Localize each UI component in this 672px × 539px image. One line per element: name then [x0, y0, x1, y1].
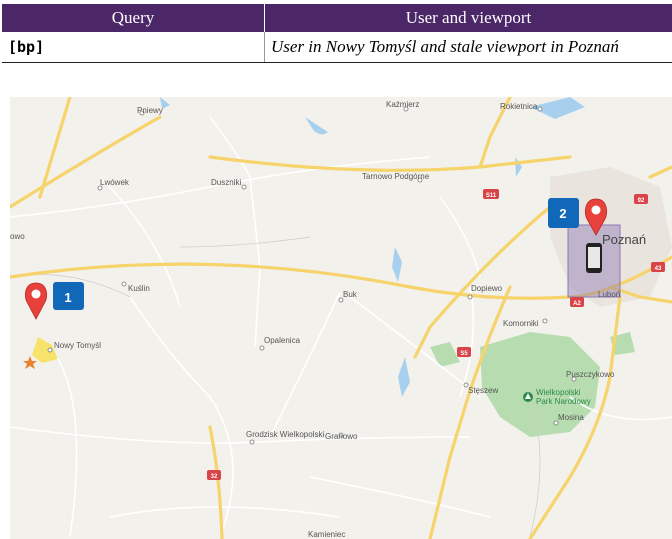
lake — [398, 357, 410, 397]
place-label: Dopiewo — [471, 284, 503, 293]
lake — [515, 157, 522, 177]
place-label: Puszczykowo — [566, 370, 615, 379]
major-roads — [10, 97, 672, 539]
place-label: Rokietnica — [500, 102, 538, 111]
lake — [392, 247, 402, 282]
query-cell: [bp] — [2, 32, 265, 63]
road-shield-43: 43 — [651, 262, 665, 272]
phone-icon — [586, 243, 602, 273]
star-icon — [23, 356, 37, 369]
minor-road-outlines — [10, 236, 541, 538]
place-label: Tarnowo Podgórne — [362, 172, 430, 181]
marker-badge-1[interactable]: 1 — [53, 282, 84, 310]
place-label: Mosina — [558, 413, 584, 422]
place-label: Opalenica — [264, 336, 301, 345]
user-viewport-header: User and viewport — [264, 4, 672, 32]
park-area — [430, 342, 460, 367]
park-label: Wielkopolski — [536, 388, 581, 397]
road-shield-92: 92 — [634, 194, 648, 204]
road-shield-s5: S5 — [457, 347, 471, 357]
place-label: owo — [10, 232, 25, 241]
map-view[interactable]: S11 92 43 A2 S5 32 Pniewy Kaźmierz Rokie… — [10, 97, 672, 539]
road-shield-s11: S11 — [483, 189, 499, 199]
table-row: [bp] User in Nowy Tomyśl and stale viewp… — [2, 32, 672, 63]
svg-text:A2: A2 — [573, 301, 581, 307]
place-label: Duszniki — [211, 178, 241, 187]
query-table: Query User and viewport [bp] User in Now… — [2, 4, 672, 63]
description-cell: User in Nowy Tomyśl and stale viewport i… — [264, 32, 672, 63]
place-label: Kuślin — [128, 284, 150, 293]
svg-text:92: 92 — [638, 198, 645, 204]
svg-text:43: 43 — [655, 266, 662, 272]
svg-text:S5: S5 — [460, 351, 468, 357]
place-label: Kamieniec — [308, 530, 345, 539]
place-label: Nowy Tomyśl — [54, 341, 101, 350]
query-header: Query — [2, 4, 265, 32]
place-label: Granowo — [325, 432, 358, 441]
place-label: Lwówek — [100, 178, 130, 187]
place-label: Luboń — [598, 290, 620, 299]
city-label: Poznań — [602, 232, 646, 247]
svg-text:S11: S11 — [486, 193, 497, 199]
place-label: Komorniki — [503, 319, 539, 328]
svg-text:2: 2 — [559, 206, 566, 221]
svg-text:32: 32 — [211, 474, 218, 480]
place-label: Stęszew — [468, 386, 498, 395]
road-shield-32: 32 — [207, 470, 221, 480]
place-label: Kaźmierz — [386, 100, 419, 109]
map-pin-icon[interactable] — [24, 282, 48, 320]
marker-badge-2[interactable]: 2 — [548, 198, 579, 228]
header-row: Query User and viewport — [2, 4, 672, 32]
road-shield-a2: A2 — [570, 297, 584, 307]
svg-text:1: 1 — [64, 290, 71, 305]
park-label: Park Narodowy — [536, 397, 591, 406]
place-label: Pniewy — [137, 106, 163, 115]
place-label: Buk — [343, 290, 358, 299]
place-label: Grodzisk Wielkopolski — [246, 430, 324, 439]
park-icon — [523, 392, 533, 402]
lake — [305, 117, 328, 135]
